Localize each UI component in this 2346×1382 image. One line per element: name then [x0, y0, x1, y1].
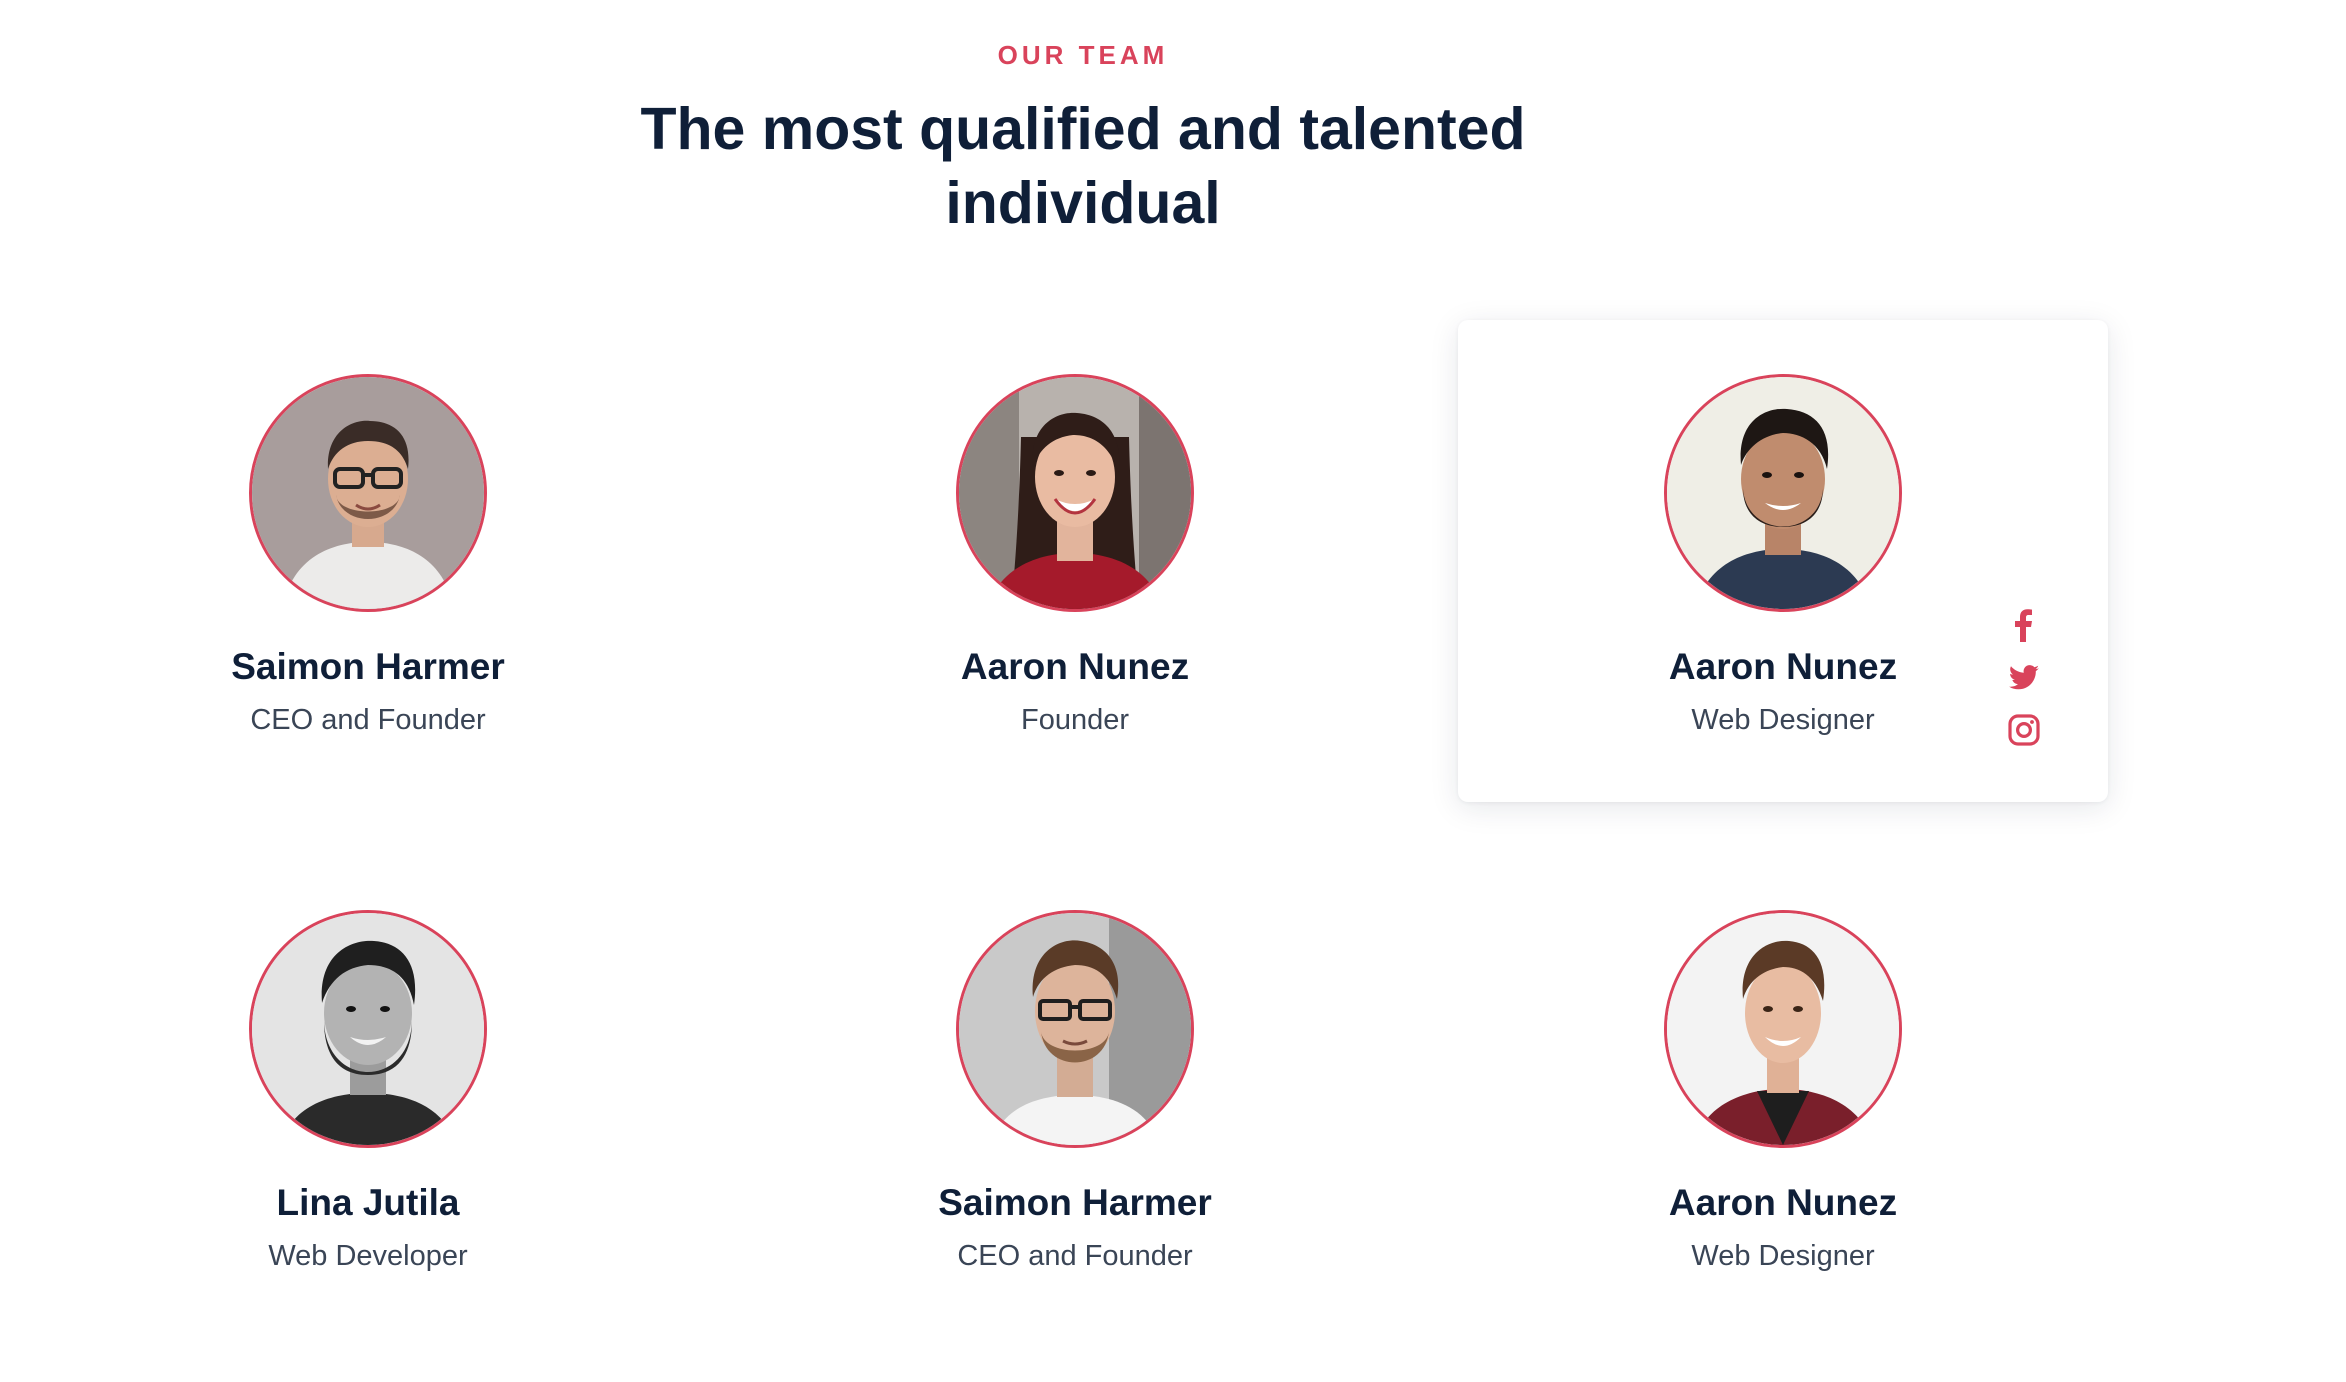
- team-section: OUR TEAM The most qualified and talented…: [0, 0, 2346, 1382]
- team-card[interactable]: Saimon Harmer CEO and Founder: [43, 320, 693, 802]
- member-name: Lina Jutila: [276, 1182, 460, 1223]
- member-role: Web Designer: [1691, 1240, 1875, 1272]
- member-role: Web Developer: [268, 1240, 468, 1272]
- avatar: [249, 910, 487, 1148]
- member-role: CEO and Founder: [250, 704, 486, 736]
- member-name: Saimon Harmer: [938, 1182, 1212, 1223]
- member-role: CEO and Founder: [957, 1240, 1193, 1272]
- facebook-icon[interactable]: [2006, 608, 2042, 644]
- team-card[interactable]: Lina Jutila Web Developer: [43, 856, 693, 1338]
- team-grid: Saimon Harmer CEO and Founder Aaron Nune…: [0, 0, 2346, 1382]
- avatar: [249, 374, 487, 612]
- avatar: [1664, 910, 1902, 1148]
- twitter-icon[interactable]: [2006, 660, 2042, 696]
- team-card[interactable]: Saimon Harmer CEO and Founder: [750, 856, 1400, 1338]
- team-card[interactable]: Aaron Nunez Founder: [750, 320, 1400, 802]
- team-card-highlighted[interactable]: Aaron Nunez Web Designer: [1458, 320, 2108, 802]
- social-links: [2006, 608, 2046, 764]
- team-card[interactable]: Aaron Nunez Web Designer: [1458, 856, 2108, 1338]
- avatar: [956, 374, 1194, 612]
- avatar: [956, 910, 1194, 1148]
- avatar: [1664, 374, 1902, 612]
- member-role: Founder: [1020, 704, 1129, 736]
- member-name: Saimon Harmer: [231, 646, 505, 687]
- member-name: Aaron Nunez: [960, 646, 1190, 687]
- member-name: Aaron Nunez: [1668, 1182, 1898, 1223]
- instagram-icon[interactable]: [2006, 712, 2042, 748]
